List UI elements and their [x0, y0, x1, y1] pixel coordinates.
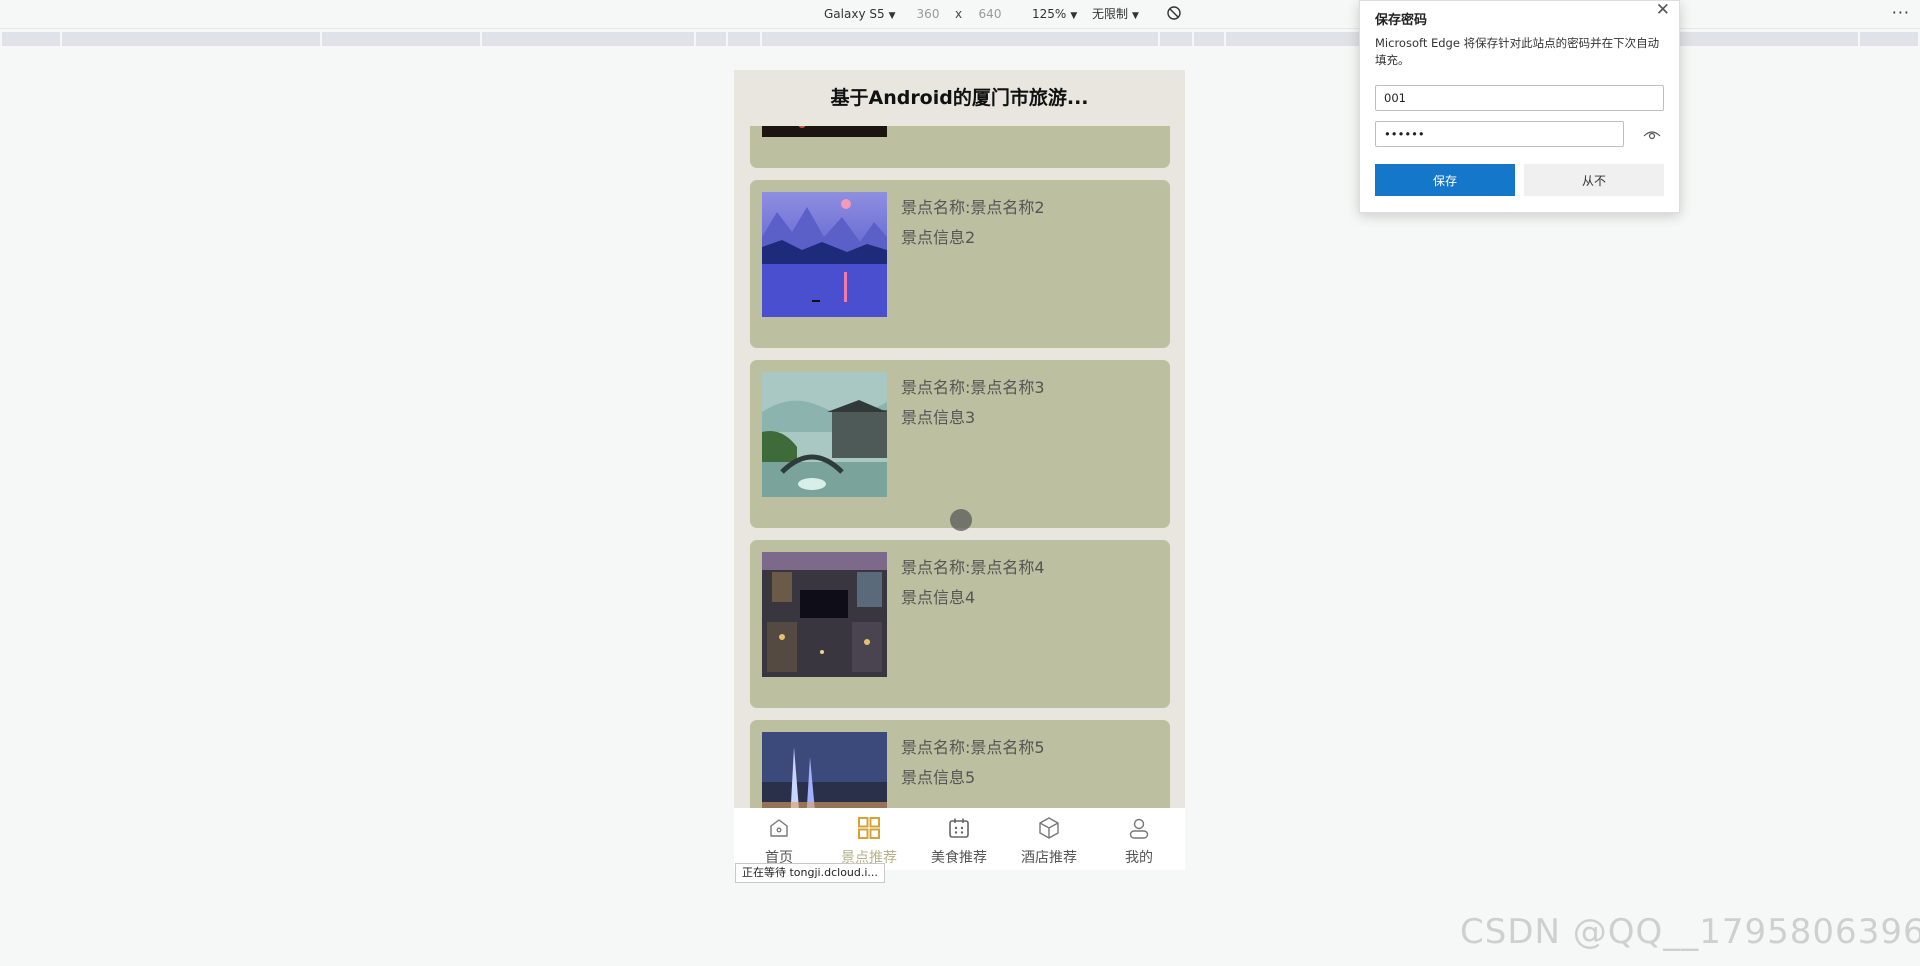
tab-mine[interactable]: 我的 [1094, 808, 1184, 870]
ruler-segment[interactable] [2, 32, 60, 46]
never-button[interactable]: 从不 [1524, 164, 1664, 196]
list-item[interactable]: 景点名称:景点名称4 景点信息4 [750, 540, 1170, 708]
device-viewport: 基于Android的厦门市旅游... 景点名称:景点名称2 景点信息2 景点名称… [734, 70, 1185, 870]
attraction-image [762, 552, 887, 677]
ruler-segment[interactable] [62, 32, 320, 46]
list-item[interactable]: 景点名称:景点名称2 景点信息2 [750, 180, 1170, 348]
box-icon [1039, 817, 1059, 839]
save-button[interactable]: 保存 [1375, 164, 1515, 196]
password-field[interactable]: •••••• [1375, 121, 1624, 147]
watermark: CSDN @QQ__1795806396 [1460, 912, 1920, 952]
list-item[interactable]: 景点名称:景点名称3 景点信息3 [750, 360, 1170, 528]
rotate-icon [1167, 6, 1181, 20]
chevron-down-icon: ▼ [1132, 11, 1139, 21]
chevron-down-icon: ▼ [1070, 11, 1078, 21]
attraction-info: 景点信息5 [901, 768, 976, 787]
device-name: Galaxy S5 [824, 7, 885, 21]
ruler-segment[interactable] [696, 32, 726, 46]
width-input[interactable]: 360 [897, 6, 959, 22]
calendar-icon [949, 818, 969, 838]
chevron-down-icon: ▼ [888, 11, 896, 21]
list-item-partial[interactable] [750, 126, 1170, 168]
height-input[interactable]: 640 [959, 6, 1021, 22]
attraction-name: 景点名称:景点名称5 [901, 738, 1045, 757]
dialog-title: 保存密码 [1375, 13, 1428, 28]
user-icon [1129, 818, 1149, 839]
throttle-selector[interactable]: 无限制 ▼ [1092, 6, 1139, 22]
tab-home[interactable]: 首页 [734, 808, 824, 870]
ruler-segment[interactable] [728, 32, 760, 46]
zoom-value: 125% [1032, 7, 1067, 21]
tab-label: 酒店推荐 [1021, 850, 1077, 866]
tab-food[interactable]: 美食推荐 [914, 808, 1004, 870]
more-options-button[interactable]: ··· [1892, 3, 1910, 22]
username-field[interactable]: 001 [1375, 85, 1664, 111]
tab-label: 美食推荐 [931, 850, 987, 866]
show-password-eye-icon[interactable] [1643, 128, 1661, 142]
attraction-info: 景点信息4 [901, 588, 976, 607]
attraction-info: 景点信息3 [901, 408, 976, 427]
save-password-dialog: 保存密码 ✕ Microsoft Edge 将保存针对此站点的密码并在下次自动填… [1359, 0, 1680, 213]
throttle-value: 无限制 [1092, 7, 1129, 21]
tab-label: 我的 [1125, 850, 1153, 866]
attraction-name: 景点名称:景点名称4 [901, 558, 1045, 577]
attraction-name: 景点名称:景点名称3 [901, 378, 1045, 397]
ruler-segment[interactable] [1860, 32, 1918, 46]
ruler-segment[interactable] [762, 32, 1158, 46]
dialog-description: Microsoft Edge 将保存针对此站点的密码并在下次自动填充。 [1375, 36, 1660, 67]
ruler-segment[interactable] [322, 32, 480, 46]
rotate-button[interactable] [1166, 5, 1182, 21]
attraction-info: 景点信息2 [901, 228, 976, 247]
attraction-list[interactable]: 景点名称:景点名称2 景点信息2 景点名称:景点名称3 景点信息3 景点名称:景… [734, 126, 1185, 870]
tab-attractions[interactable]: 景点推荐 [824, 808, 914, 870]
loading-status-tooltip: 正在等待 tongji.dcloud.i... [735, 863, 885, 883]
attraction-image [762, 192, 887, 317]
ruler-segment[interactable] [1160, 32, 1192, 46]
ruler-segment[interactable] [1194, 32, 1224, 46]
attraction-image [762, 372, 887, 497]
page-title: 基于Android的厦门市旅游... [734, 70, 1185, 126]
close-icon[interactable]: ✕ [1656, 0, 1670, 20]
grid-icon [858, 817, 880, 839]
bottom-tab-bar: 首页 景点推荐 美食推荐 酒店推荐 我的 [734, 808, 1185, 870]
home-icon [770, 819, 788, 837]
tab-hotel[interactable]: 酒店推荐 [1004, 808, 1094, 870]
zoom-selector[interactable]: 125% ▼ [1032, 6, 1077, 22]
attraction-name: 景点名称:景点名称2 [901, 198, 1045, 217]
touch-cursor [950, 509, 972, 531]
device-selector[interactable]: Galaxy S5 ▼ [824, 6, 896, 22]
ruler-segment[interactable] [482, 32, 694, 46]
attraction-image [762, 126, 887, 137]
